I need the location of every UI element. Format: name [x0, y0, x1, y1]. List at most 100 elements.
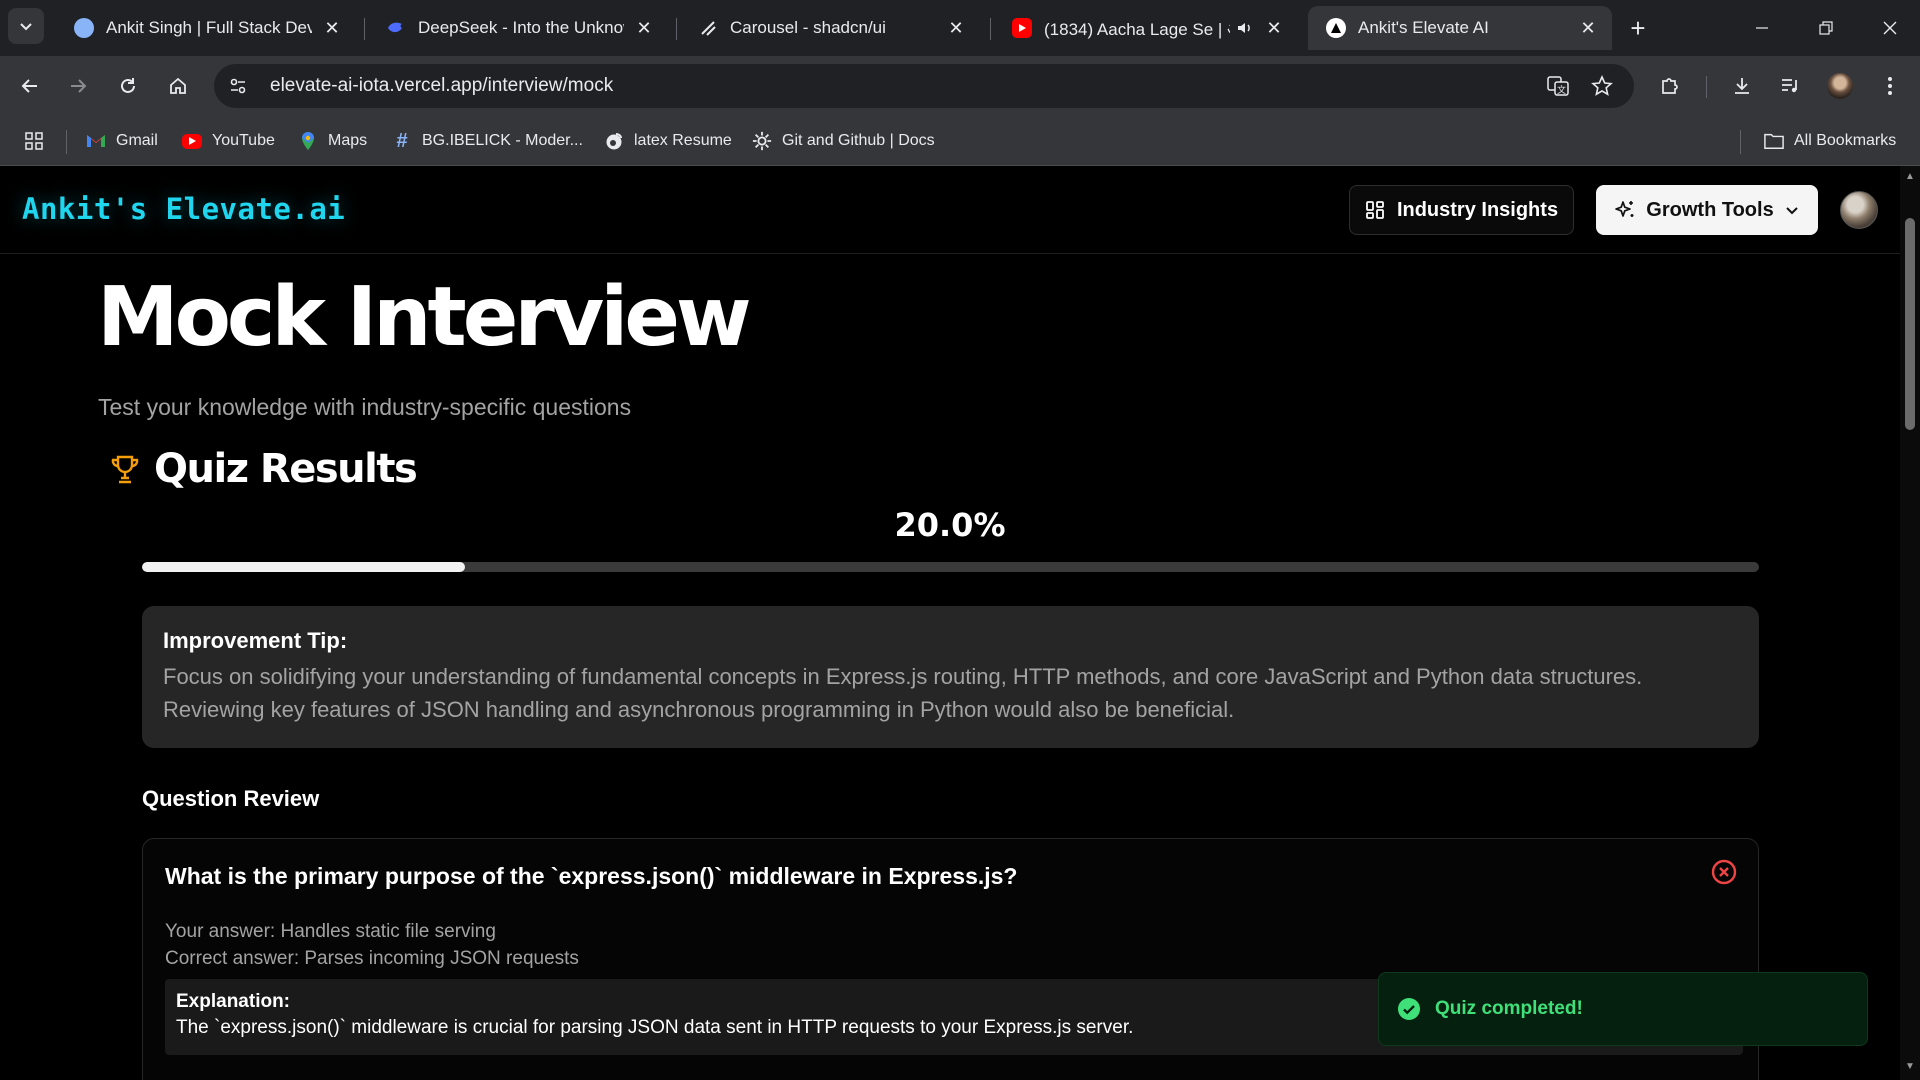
- extensions-button[interactable]: [1652, 68, 1688, 104]
- toast-notification[interactable]: Quiz completed!: [1378, 972, 1868, 1046]
- tab-title: Ankit Singh | Full Stack Develo: [106, 18, 312, 37]
- close-tab-icon[interactable]: ✕: [322, 18, 342, 38]
- svg-text:文: 文: [1557, 84, 1566, 96]
- profile-button[interactable]: [1822, 68, 1858, 104]
- layout-dashboard-icon: [1366, 201, 1384, 219]
- close-window-button[interactable]: [1870, 10, 1910, 46]
- toast-message: Quiz completed!: [1435, 998, 1583, 1019]
- close-tab-icon[interactable]: ✕: [1578, 18, 1598, 38]
- close-icon: [1883, 21, 1897, 35]
- vercel-favicon: [1326, 18, 1346, 38]
- all-bookmarks-button[interactable]: All Bookmarks: [1764, 128, 1896, 154]
- minimize-button[interactable]: [1742, 10, 1782, 46]
- apps-grid-icon: [25, 132, 43, 150]
- minimize-icon: [1756, 27, 1768, 29]
- reload-icon: [121, 78, 135, 93]
- translate-icon[interactable]: 文: [1542, 70, 1574, 102]
- chevron-down-icon: [1785, 207, 1798, 215]
- score-progress-bar: [142, 562, 1759, 572]
- arrow-left-icon: [21, 79, 37, 93]
- new-tab-button[interactable]: +: [1622, 12, 1654, 44]
- page-title: Mock Interview: [97, 270, 752, 365]
- tab-title: DeepSeek - Into the Unknown: [418, 18, 624, 37]
- user-avatar[interactable]: [1840, 191, 1878, 229]
- bookmark-label: Maps: [328, 132, 368, 149]
- correct-answer: Correct answer: Parses incoming JSON req…: [165, 948, 579, 969]
- app-logo[interactable]: Ankit's Elevate.ai: [22, 192, 345, 226]
- browser-tab-shadcn[interactable]: Carousel - shadcn/ui ✕: [680, 6, 980, 50]
- tab-title: Carousel - shadcn/ui: [730, 18, 886, 37]
- scrollbar-thumb[interactable]: [1905, 218, 1915, 430]
- home-button[interactable]: [160, 68, 196, 104]
- restore-button[interactable]: [1806, 10, 1846, 46]
- page-scrollbar[interactable]: ▲ ▼: [1900, 166, 1920, 1080]
- bookmark-label: Git and Github | Docs: [782, 132, 935, 149]
- web-page: Ankit's Elevate.ai Industry Insights Gro…: [0, 166, 1920, 1080]
- forward-button[interactable]: [60, 68, 96, 104]
- scroll-down-icon[interactable]: ▼: [1905, 1062, 1915, 1072]
- bookmark-maps[interactable]: Maps: [298, 128, 367, 154]
- tab-search-button[interactable]: [8, 8, 44, 44]
- address-bar[interactable]: elevate-ai-iota.vercel.app/interview/moc…: [214, 64, 1634, 108]
- browser-tab-elevate[interactable]: Ankit's Elevate AI ✕: [1308, 6, 1612, 50]
- browser-tab-portfolio[interactable]: Ankit Singh | Full Stack Develo ✕: [56, 6, 356, 50]
- bookmark-youtube[interactable]: YouTube: [182, 128, 275, 154]
- home-icon: [170, 77, 186, 94]
- all-bookmarks-label: All Bookmarks: [1794, 132, 1897, 149]
- bookmarks-bar: Gmail YouTube Maps # BG.IBELICK - Moder.…: [0, 116, 1920, 166]
- bookmark-divider: [66, 130, 67, 154]
- bookmark-divider: [1740, 130, 1741, 154]
- improvement-tip-card: Improvement Tip: Focus on solidifying yo…: [142, 606, 1759, 748]
- hash-icon: #: [396, 129, 408, 152]
- bookmark-gmail[interactable]: Gmail: [86, 128, 158, 154]
- quiz-results-heading: Quiz Results: [108, 446, 418, 492]
- folder-icon: [1764, 131, 1784, 151]
- browser-tab-deepseek[interactable]: DeepSeek - Into the Unknown ✕: [368, 6, 668, 50]
- site-info-icon[interactable]: [218, 66, 258, 106]
- sparkles-icon: [1615, 201, 1634, 217]
- reload-button[interactable]: [110, 68, 146, 104]
- bookmark-git-github-docs[interactable]: Git and Github | Docs: [752, 128, 935, 154]
- bookmark-label: YouTube: [212, 132, 275, 149]
- close-tab-icon[interactable]: ✕: [634, 18, 654, 38]
- growth-tools-dropdown[interactable]: Growth Tools: [1596, 185, 1818, 235]
- bookmark-bg-ibelick[interactable]: # BG.IBELICK - Moder...: [392, 128, 583, 154]
- apps-button[interactable]: [24, 128, 44, 154]
- x-circle-icon: [1711, 859, 1737, 885]
- back-button[interactable]: [12, 68, 48, 104]
- scroll-up-icon[interactable]: ▲: [1905, 172, 1915, 182]
- youtube-icon: [182, 133, 202, 149]
- speaker-icon[interactable]: [1236, 19, 1254, 37]
- tab-title: Ankit's Elevate AI: [1358, 18, 1489, 37]
- portfolio-favicon: [74, 18, 94, 38]
- downloads-button[interactable]: [1724, 68, 1760, 104]
- bookmark-label: BG.IBELICK - Moder...: [422, 132, 583, 149]
- check-circle-icon: [1398, 998, 1420, 1020]
- arrow-right-icon: [71, 79, 87, 93]
- gmail-icon: [86, 131, 106, 151]
- url-text: elevate-ai-iota.vercel.app/interview/moc…: [270, 75, 614, 96]
- browser-menu-button[interactable]: [1872, 68, 1908, 104]
- industry-insights-label: Industry Insights: [1396, 198, 1559, 221]
- improvement-tip-heading: Improvement Tip:: [163, 628, 348, 653]
- browser-tab-youtube[interactable]: (1834) Aacha Lage Se | अ ✕: [994, 6, 1298, 50]
- bookmark-star-icon[interactable]: [1586, 70, 1618, 102]
- bookmark-latex-resume[interactable]: latex Resume: [604, 128, 732, 154]
- tab-divider: [364, 18, 365, 40]
- tab-divider: [676, 18, 677, 40]
- industry-insights-button[interactable]: Industry Insights: [1349, 185, 1574, 235]
- maps-icon: [298, 131, 318, 151]
- tab-divider: [990, 18, 991, 40]
- question-review-heading: Question Review: [142, 786, 320, 811]
- app-header: Ankit's Elevate.ai Industry Insights Gro…: [0, 166, 1900, 254]
- close-tab-icon[interactable]: ✕: [1264, 18, 1284, 38]
- browser-tab-strip: Ankit Singh | Full Stack Develo ✕ DeepSe…: [0, 0, 1920, 56]
- youtube-favicon: [1012, 18, 1032, 38]
- user-answer: Your answer: Handles static file serving: [165, 921, 496, 942]
- close-tab-icon[interactable]: ✕: [946, 18, 966, 38]
- deepseek-favicon: [386, 18, 406, 38]
- media-control-button[interactable]: [1772, 68, 1808, 104]
- toolbar-divider: [1706, 76, 1707, 98]
- shadcn-favicon: [698, 18, 718, 38]
- restore-icon: [1819, 21, 1833, 35]
